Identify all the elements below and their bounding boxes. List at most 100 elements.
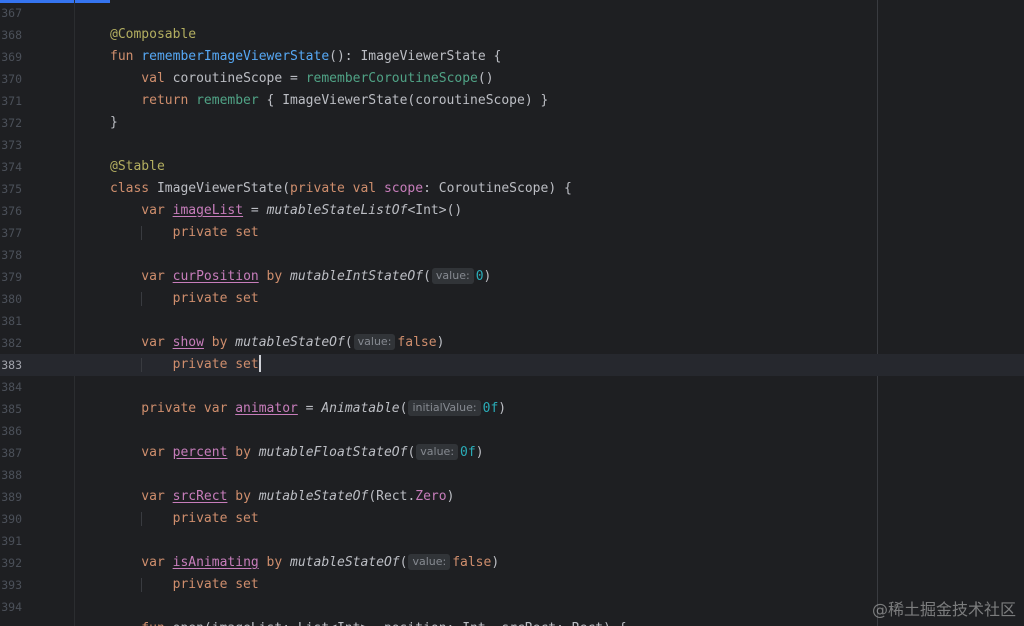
code-line[interactable]: 387 var percent by mutableFloatStateOf(v… [0,442,1024,464]
code-line[interactable]: 367 [0,2,1024,24]
code-token: (): ImageViewerState { [329,49,502,64]
code-line[interactable]: 385 private var animator = Animatable(in… [0,398,1024,420]
code-token: () [477,71,494,86]
parameter-hint: initialValue: [408,400,481,416]
code-token: ) [475,445,484,460]
parameter-hint: value: [416,444,459,460]
code-line[interactable]: 375 class ImageViewerState(private val sc… [0,178,1024,200]
code-token: rememberImageViewerState [141,49,330,64]
code-token: (Rect. [368,489,416,504]
code-token: scope [383,181,424,196]
code-token: return [110,93,197,108]
code-line[interactable]: 384 [0,376,1024,398]
line-number: 367 [1,6,22,20]
code-token: 0f [460,445,476,460]
code-line[interactable]: 378 [0,244,1024,266]
code-token: ( [423,269,431,284]
code-token: false [452,555,492,570]
code-line[interactable]: 393 private set [0,574,1024,596]
code-line[interactable]: 392 var isAnimating by mutableStateOf(va… [0,552,1024,574]
code-line[interactable]: 374 @Stable [0,156,1024,178]
line-number: 392 [1,556,22,570]
code-token: remember [196,93,259,108]
line-number: 375 [1,182,22,196]
line-number: 371 [1,94,22,108]
code-token: mutableStateOf [290,555,400,570]
code-line[interactable]: 376 var imageList = mutableStateListOf<I… [0,200,1024,222]
code-token: ImageViewerState( [156,181,291,196]
code-token: var [110,445,173,460]
line-number: 376 [1,204,22,218]
code-line[interactable]: 382 var show by mutableStateOf(value: fal… [0,332,1024,354]
line-number: 383 [1,358,22,372]
code-line[interactable]: 383 private set [0,354,1024,376]
line-number: 373 [1,138,22,152]
code-text: var show by mutableStateOf(value: false) [110,332,444,354]
code-line[interactable]: 379 var curPosition by mutableIntStateOf… [0,266,1024,288]
code-token: coroutineScope = [172,71,306,86]
code-token: var [110,335,173,350]
code-text: var curPosition by mutableIntStateOf(val… [110,266,491,288]
code-token: Animatable [321,401,400,416]
code-token: <Int>() [407,203,463,218]
line-number: 393 [1,578,22,592]
code-token: @Composable [110,27,197,42]
code-text: private var animator = Animatable(initia… [110,398,506,420]
code-line[interactable]: 389 var srcRect by mutableStateOf(Rect.Z… [0,486,1024,508]
code-text: var isAnimating by mutableStateOf(value:… [110,552,499,574]
parameter-hint: value: [408,554,451,570]
code-token: mutableFloatStateOf [258,445,408,460]
line-number: 390 [1,512,22,526]
code-token: private var [110,401,236,416]
code-token: { ImageViewerState(coroutineScope) } [258,93,549,108]
code-text: } [110,112,118,134]
code-line[interactable]: fun open(imageList: List<Int>, position:… [0,618,1024,626]
code-token: private set [110,357,259,372]
line-number: 381 [1,314,22,328]
code-token: 0 [475,269,484,284]
code-line[interactable]: 388 [0,464,1024,486]
code-text: var srcRect by mutableStateOf(Rect.Zero) [110,486,454,508]
code-line[interactable]: 373 [0,134,1024,156]
code-text: val coroutineScope = rememberCoroutineSc… [110,68,494,90]
code-line[interactable]: 390 private set [0,508,1024,530]
code-editor[interactable]: 367 368 @Composable 369 fun rememberImageVie… [0,0,1024,626]
code-text: var imageList = mutableStateListOf<Int>(… [110,200,462,222]
line-number: 382 [1,336,22,350]
code-line[interactable]: 394 [0,596,1024,618]
code-line[interactable]: 381 [0,310,1024,332]
code-line[interactable]: 371 return remember { ImageViewerState(c… [0,90,1024,112]
code-line[interactable]: 372} [0,112,1024,134]
code-text: @Stable [110,156,165,178]
code-line[interactable]: 369 fun rememberImageViewerState(): Image… [0,46,1024,68]
code-token: fun [110,621,173,626]
code-text: private set [110,222,259,244]
code-line[interactable]: 377 private set [0,222,1024,244]
watermark: @稀土掘金技术社区 [871,600,1016,619]
line-number: 374 [1,160,22,174]
line-number: 368 [1,28,22,42]
line-number: 384 [1,380,22,394]
code-token: = [243,203,267,218]
code-line[interactable]: 380 private set [0,288,1024,310]
code-token: by [227,489,259,504]
code-token: rememberCoroutineScope [305,71,478,86]
code-token: var [110,489,173,504]
code-line[interactable]: 386 [0,420,1024,442]
code-token: mutableStateOf [235,335,345,350]
code-line[interactable]: 368 @Composable [0,24,1024,46]
code-line[interactable]: 391 [0,530,1024,552]
line-number: 387 [1,446,22,460]
code-token: percent [172,445,228,460]
code-line[interactable]: 370 val coroutineScope = rememberCorouti… [0,68,1024,90]
code-token: = [297,401,322,416]
code-token: private val [290,181,384,196]
code-token: var [110,555,173,570]
code-token: ) [436,335,445,350]
code-token: ) [491,555,500,570]
line-number: 370 [1,72,22,86]
line-number: 372 [1,116,22,130]
code-text: return remember { ImageViewerState(corou… [110,90,548,112]
code-token: imageList [172,203,244,218]
line-number: 380 [1,292,22,306]
